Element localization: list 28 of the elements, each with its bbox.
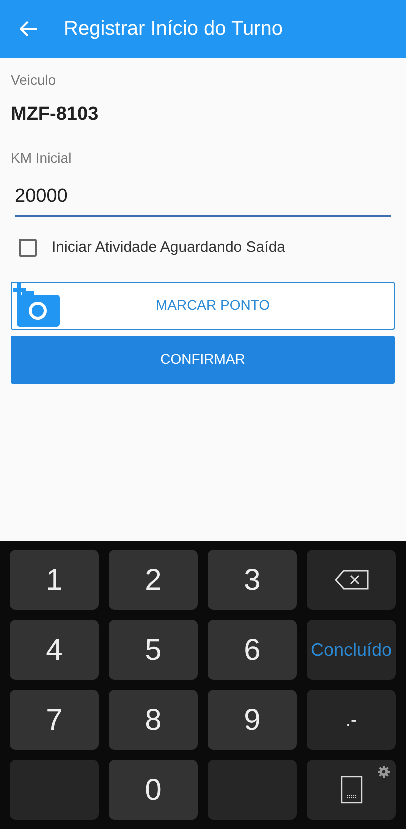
done-key[interactable]: Concluído bbox=[307, 620, 396, 680]
digit-key[interactable]: 9 bbox=[208, 690, 297, 750]
input-field[interactable]: 20000 bbox=[15, 176, 391, 217]
back-icon[interactable] bbox=[20, 21, 38, 37]
digit-key[interactable]: 4 bbox=[10, 620, 99, 680]
digit-key[interactable]: 6 bbox=[208, 620, 297, 680]
digit-key[interactable]: 1 bbox=[10, 550, 99, 610]
checkbox-label[interactable]: Iniciar Atividade Aguardando Saída bbox=[52, 237, 286, 260]
checkbox[interactable] bbox=[19, 239, 37, 258]
backspace-key[interactable] bbox=[307, 550, 396, 610]
settings-icon bbox=[378, 766, 390, 778]
screen-title: Registrar Início do Turno bbox=[64, 17, 283, 42]
digit-key[interactable]: 2 bbox=[109, 550, 198, 610]
symbol-key[interactable]: .- bbox=[307, 690, 396, 750]
vehicle-plate: MZF-8103 bbox=[11, 103, 100, 127]
field-label: Veiculo bbox=[11, 71, 58, 90]
field-label: KM Inicial bbox=[11, 148, 73, 168]
digit-key[interactable]: 3 bbox=[208, 550, 297, 610]
keyboard-key[interactable] bbox=[307, 760, 396, 820]
keyboard-icon bbox=[340, 776, 362, 804]
digit-key[interactable]: 0 bbox=[109, 760, 198, 820]
mark-button[interactable]: MARCAR PONTO bbox=[11, 282, 395, 330]
camera-plus-icon bbox=[12, 282, 62, 328]
digit-key[interactable]: 5 bbox=[109, 620, 198, 680]
backspace-icon bbox=[334, 570, 368, 590]
confirm-button[interactable]: CONFIRMAR bbox=[11, 336, 395, 384]
digit-key[interactable]: 7 bbox=[10, 690, 99, 750]
digit-key[interactable]: 8 bbox=[109, 690, 198, 750]
